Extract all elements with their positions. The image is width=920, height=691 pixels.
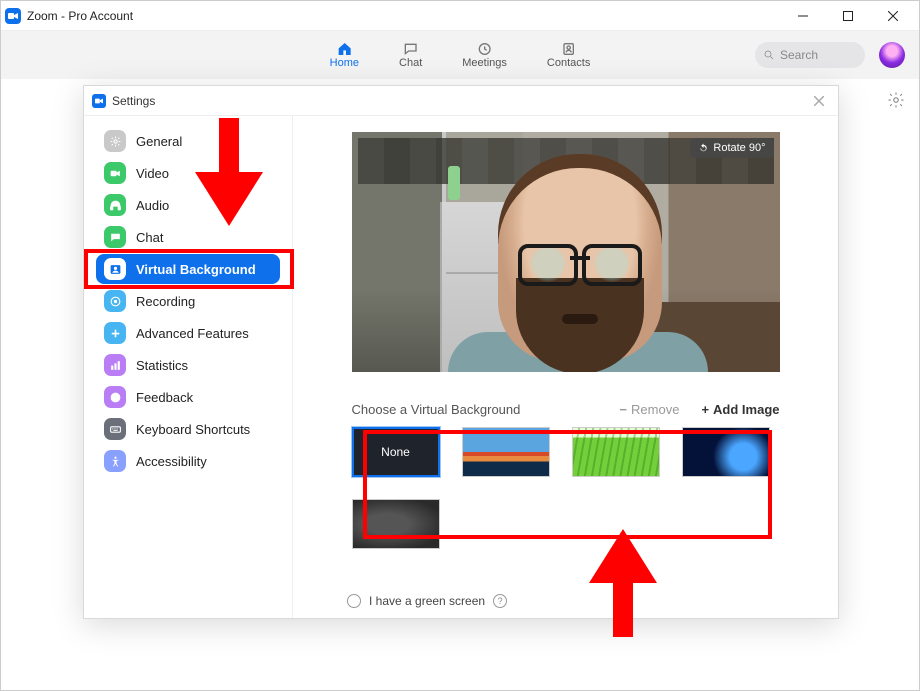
profile-avatar[interactable] — [879, 42, 905, 68]
chat-icon — [402, 41, 420, 57]
nav-tab-meetings[interactable]: Meetings — [462, 41, 507, 69]
person-icon — [104, 258, 126, 280]
window-title: Zoom - Pro Account — [27, 9, 133, 23]
bars-icon — [104, 354, 126, 376]
dialog-titlebar: Settings — [84, 86, 838, 116]
background-option-none[interactable]: None — [352, 427, 440, 477]
sidebar-label: Video — [136, 166, 169, 181]
green-screen-option[interactable]: I have a green screen ? — [347, 594, 507, 608]
chat-icon — [104, 226, 126, 248]
smile-icon — [104, 386, 126, 408]
camera-icon — [104, 162, 126, 184]
add-image-button[interactable]: +Add Image — [701, 402, 779, 417]
settings-gear-button[interactable] — [887, 91, 905, 114]
top-nav: Home Chat Meetings Contacts Search — [1, 31, 919, 79]
settings-pane: Rotate 90° Choose a Virtual Background −… — [293, 116, 838, 618]
nav-tab-contacts[interactable]: Contacts — [547, 41, 590, 69]
sidebar-item-keyboard-shortcuts[interactable]: Keyboard Shortcuts — [96, 414, 280, 444]
record-icon — [104, 290, 126, 312]
plus-icon — [104, 322, 126, 344]
rotate-icon — [698, 143, 709, 154]
search-icon — [763, 49, 775, 61]
rotate-90-button[interactable]: Rotate 90° — [690, 138, 773, 158]
sidebar-item-chat[interactable]: Chat — [96, 222, 280, 252]
window-controls — [780, 1, 915, 31]
sidebar-label: Keyboard Shortcuts — [136, 422, 250, 437]
dialog-title: Settings — [112, 94, 155, 108]
sidebar-item-statistics[interactable]: Statistics — [96, 350, 280, 380]
choose-background-label: Choose a Virtual Background — [352, 402, 620, 417]
sidebar-label: General — [136, 134, 182, 149]
sidebar-label: Advanced Features — [136, 326, 249, 341]
help-icon[interactable]: ? — [493, 594, 507, 608]
settings-sidebar: General Video Audio Chat Virtual Backgro… — [84, 116, 293, 618]
nav-label: Chat — [399, 57, 422, 69]
maximize-button[interactable] — [825, 1, 870, 31]
accessibility-icon — [104, 450, 126, 472]
sidebar-item-virtual-background[interactable]: Virtual Background — [96, 254, 280, 284]
sidebar-item-general[interactable]: General — [96, 126, 280, 156]
contacts-icon — [560, 41, 578, 57]
radio-unchecked-icon — [347, 594, 361, 608]
nav-label: Meetings — [462, 57, 507, 69]
remove-background-button[interactable]: −Remove — [619, 402, 679, 417]
green-screen-label: I have a green screen — [369, 594, 485, 608]
sidebar-label: Audio — [136, 198, 169, 213]
nav-label: Home — [330, 57, 359, 69]
search-placeholder: Search — [780, 48, 818, 62]
background-option-bridge[interactable] — [462, 427, 550, 477]
sidebar-item-audio[interactable]: Audio — [96, 190, 280, 220]
background-option-fog[interactable] — [352, 499, 440, 549]
background-option-space[interactable] — [682, 427, 770, 477]
sidebar-label: Feedback — [136, 390, 193, 405]
zoom-logo-icon — [92, 94, 106, 108]
sidebar-label: Accessibility — [136, 454, 207, 469]
minimize-button[interactable] — [780, 1, 825, 31]
nav-tab-chat[interactable]: Chat — [399, 41, 422, 69]
zoom-logo-icon — [5, 8, 21, 24]
sidebar-label: Statistics — [136, 358, 188, 373]
sidebar-label: Chat — [136, 230, 163, 245]
background-option-grass[interactable] — [572, 427, 660, 477]
search-input[interactable]: Search — [755, 42, 865, 68]
sidebar-label: Virtual Background — [136, 262, 256, 277]
sidebar-item-advanced-features[interactable]: Advanced Features — [96, 318, 280, 348]
background-thumbnails: None — [352, 427, 780, 549]
sidebar-item-accessibility[interactable]: Accessibility — [96, 446, 280, 476]
sidebar-item-recording[interactable]: Recording — [96, 286, 280, 316]
sidebar-item-feedback[interactable]: Feedback — [96, 382, 280, 412]
rotate-label: Rotate 90° — [713, 142, 765, 154]
dialog-close-button[interactable] — [808, 90, 830, 112]
camera-preview: Rotate 90° — [352, 132, 780, 372]
keyboard-icon — [104, 418, 126, 440]
clock-icon — [476, 41, 494, 57]
close-button[interactable] — [870, 1, 915, 31]
window-titlebar: Zoom - Pro Account — [1, 1, 919, 31]
home-icon — [335, 41, 353, 57]
nav-tab-home[interactable]: Home — [330, 41, 359, 69]
nav-label: Contacts — [547, 57, 590, 69]
sidebar-label: Recording — [136, 294, 195, 309]
headset-icon — [104, 194, 126, 216]
settings-dialog: Settings General Video Audio Chat Virtua… — [83, 85, 839, 619]
gear-icon — [104, 130, 126, 152]
sidebar-item-video[interactable]: Video — [96, 158, 280, 188]
